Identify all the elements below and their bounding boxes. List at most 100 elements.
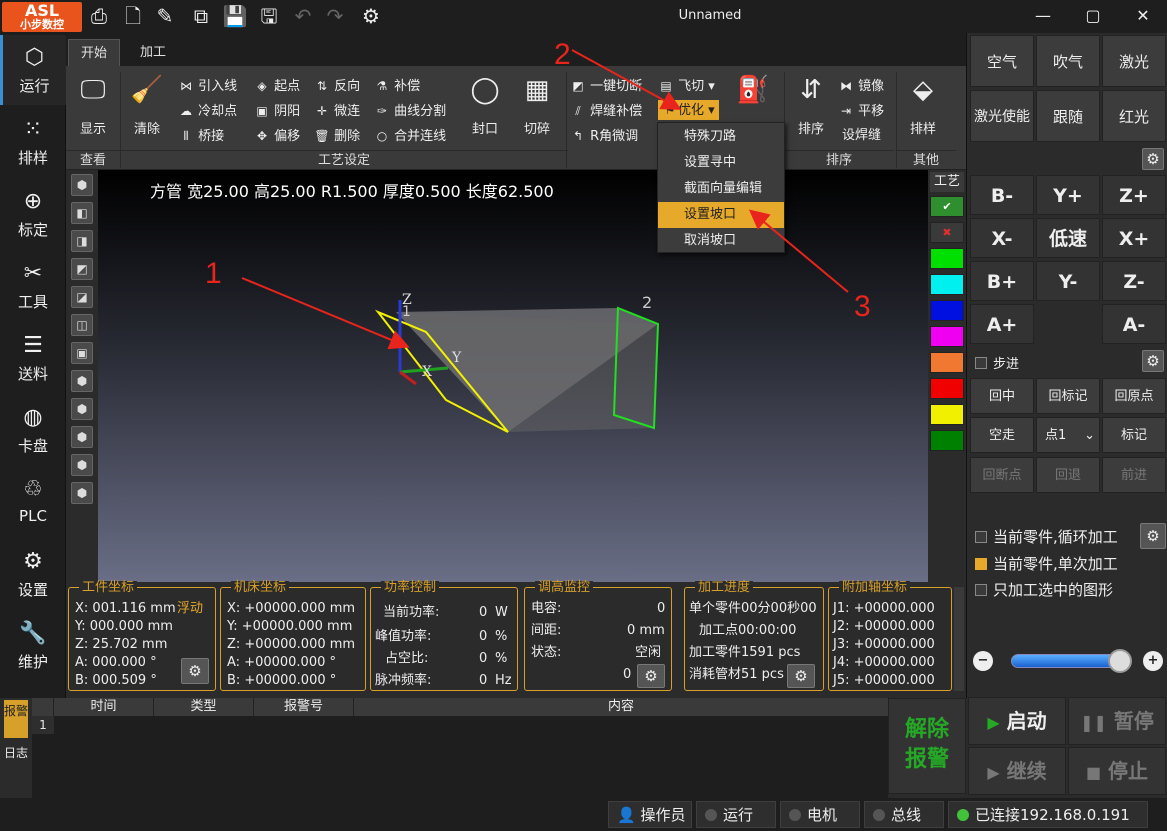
micro-joint-button[interactable]: ✛ 微连 — [314, 101, 360, 121]
menu-set-bevel[interactable]: 设置坡口 — [658, 202, 784, 228]
jog-b-minus[interactable]: B- — [970, 175, 1034, 215]
loop-process-checkbox[interactable]: 当前零件,循环加工 — [975, 526, 1118, 547]
red-light-button[interactable]: 红光 — [1102, 90, 1166, 142]
edit-file-icon[interactable]: ✎ — [152, 4, 178, 28]
dry-run-button[interactable]: 空走 — [970, 417, 1034, 453]
one-click-cut-button[interactable]: ◩ 一键切断 — [570, 76, 642, 96]
bridge-button[interactable]: ⫴ 桥接 — [178, 126, 224, 146]
menu-cancel-bevel[interactable]: 取消坡口 — [658, 228, 784, 254]
layer-color-blue[interactable] — [930, 300, 964, 321]
jog-a-minus[interactable]: A- — [1102, 304, 1166, 344]
display-button[interactable]: 🖵 显示 — [70, 72, 116, 137]
jog-settings-gear-icon[interactable]: ⚙ — [1142, 350, 1164, 372]
3d-viewport[interactable]: ⬢ ◧ ◨ ◩ ◪ ◫ ▣ ⬢ ⬢ ⬢ ⬢ ⬢ 方管 宽25.00 高25.00… — [66, 170, 928, 582]
speed-slider-handle[interactable] — [1108, 649, 1132, 673]
reverse-button[interactable]: ⇅ 反向 — [314, 76, 360, 96]
panel-scrollbar[interactable] — [954, 587, 964, 691]
layer-color-yellow[interactable] — [930, 404, 964, 425]
jog-a-plus[interactable]: A+ — [970, 304, 1034, 344]
return-center-button[interactable]: 回中 — [970, 378, 1034, 414]
compensate-button[interactable]: ⚗ 补偿 — [374, 76, 421, 96]
sort-button[interactable]: ⇵ 排序 — [788, 72, 834, 137]
nav-plc[interactable]: ♲ PLC — [0, 467, 66, 537]
process-settings-gear-icon[interactable]: ⚙ — [1140, 523, 1166, 549]
laser-enable-button[interactable]: 激光使能 — [970, 90, 1034, 142]
layer-color-darkgreen[interactable] — [930, 430, 964, 451]
step-back-button[interactable]: 回退 — [1036, 457, 1100, 493]
layer-color-orange[interactable] — [930, 352, 964, 373]
nav-tools[interactable]: ✂ 工具 — [0, 251, 66, 321]
menu-section-vector-edit[interactable]: 截面向量编辑 — [658, 176, 784, 202]
nav-settings[interactable]: ⚙ 设置 — [0, 539, 66, 609]
offset-button[interactable]: ✥ 偏移 — [254, 126, 300, 146]
yin-yang-button[interactable]: ▣ 阴阳 — [254, 101, 300, 121]
nav-feed[interactable]: ☰ 送料 — [0, 323, 66, 393]
menu-special-toolpath[interactable]: 特殊刀路 — [658, 124, 784, 150]
jog-low-speed[interactable]: 低速 — [1036, 218, 1100, 258]
step-forward-button[interactable]: 前进 — [1102, 457, 1166, 493]
work-coord-gear-icon[interactable]: ⚙ — [181, 658, 209, 684]
follow-button[interactable]: 跟随 — [1036, 90, 1100, 142]
save-icon[interactable]: 💾 — [222, 4, 248, 28]
jog-b-plus[interactable]: B+ — [970, 261, 1034, 301]
maximize-button[interactable]: ▢ — [1078, 4, 1108, 28]
tab-process[interactable]: 加工 — [128, 39, 178, 66]
new-file-icon[interactable]: 🗋 — [120, 4, 146, 28]
tab-log[interactable]: 日志 — [4, 742, 28, 780]
height-gear-icon[interactable]: ⚙ — [637, 664, 665, 688]
continue-button[interactable]: ▶ 继续 — [968, 747, 1066, 795]
import-icon[interactable]: ⧉ — [188, 4, 214, 28]
clear-button[interactable]: 🧹 清除 — [124, 72, 170, 137]
step-checkbox[interactable]: 步进 — [975, 353, 1019, 372]
cool-point-button[interactable]: ☁ 冷却点 — [178, 101, 237, 121]
nav-nesting[interactable]: ⁙ 排样 — [0, 107, 66, 177]
selected-only-checkbox[interactable]: 只加工选中的图形 — [975, 579, 1113, 600]
fly-cut-button[interactable]: ▤ 飞切 ▾ — [658, 76, 715, 96]
tube-tool-button[interactable]: ⛽ — [730, 72, 776, 108]
return-origin-button[interactable]: 回原点 — [1102, 378, 1166, 414]
layer-color-magenta[interactable] — [930, 326, 964, 347]
tube-model[interactable]: Z Y X 1 2 — [66, 170, 928, 582]
speed-increase-button[interactable]: + — [1143, 651, 1163, 671]
minimize-button[interactable]: — — [1028, 4, 1058, 28]
io-settings-gear-icon[interactable]: ⚙ — [1142, 148, 1164, 170]
jog-z-plus[interactable]: Z+ — [1102, 175, 1166, 215]
start-button[interactable]: ▶ 启动 — [968, 697, 1066, 745]
start-point-button[interactable]: ◈ 起点 — [254, 76, 300, 96]
shred-button[interactable]: ▦ 切碎 — [514, 72, 560, 137]
r-corner-button[interactable]: ↰ R角微调 — [570, 126, 638, 146]
blow-button[interactable]: 吹气 — [1036, 35, 1100, 87]
return-mark-button[interactable]: 回标记 — [1036, 378, 1100, 414]
single-process-checkbox[interactable]: 当前零件,单次加工 — [975, 553, 1118, 574]
nav-run[interactable]: ⬡ 运行 — [0, 35, 66, 105]
menu-set-centering[interactable]: 设置寻中 — [658, 150, 784, 176]
clear-alarm-button[interactable]: 解除 报警 — [888, 698, 966, 794]
layer-color-cyan[interactable] — [930, 274, 964, 295]
merge-lines-button[interactable]: ○ 合并连线 — [374, 126, 446, 146]
optimize-dropdown-button[interactable]: ⚑ 优化 ▾ — [658, 100, 719, 120]
jog-y-plus[interactable]: Y+ — [1036, 175, 1100, 215]
laser-button[interactable]: 激光 — [1102, 35, 1166, 87]
printer-icon[interactable]: ⎙ — [86, 4, 112, 28]
operator-status[interactable]: 👤 操作员 — [608, 801, 692, 828]
pause-button[interactable]: ❚❚ 暂停 — [1068, 697, 1166, 745]
settings-gear-icon[interactable]: ⚙ — [358, 4, 384, 28]
undo-icon[interactable]: ↶ — [290, 4, 316, 28]
tab-start[interactable]: 开始 — [68, 39, 121, 66]
weld-comp-button[interactable]: ⫽ 焊缝补偿 — [570, 101, 642, 121]
palette-cross-button[interactable]: ✖ — [930, 222, 964, 243]
point-select[interactable]: 点1 ⌄ — [1036, 417, 1100, 453]
set-weld-button[interactable]: 设焊缝 — [842, 126, 881, 146]
palette-check-button[interactable]: ✔ — [930, 196, 964, 217]
mark-button[interactable]: 标记 — [1102, 417, 1166, 453]
redo-icon[interactable]: ↷ — [322, 4, 348, 28]
nav-calibrate[interactable]: ⊕ 标定 — [0, 179, 66, 249]
jog-y-minus[interactable]: Y- — [1036, 261, 1100, 301]
close-button[interactable]: ✕ — [1128, 4, 1158, 28]
layer-color-red[interactable] — [930, 378, 964, 399]
delete-button[interactable]: 🗑 删除 — [314, 126, 360, 146]
progress-gear-icon[interactable]: ⚙ — [787, 664, 815, 688]
jog-x-plus[interactable]: X+ — [1102, 218, 1166, 258]
lead-in-button[interactable]: ⋈ 引入线 — [178, 76, 237, 96]
save-as-icon[interactable]: 🖫 — [256, 4, 282, 28]
